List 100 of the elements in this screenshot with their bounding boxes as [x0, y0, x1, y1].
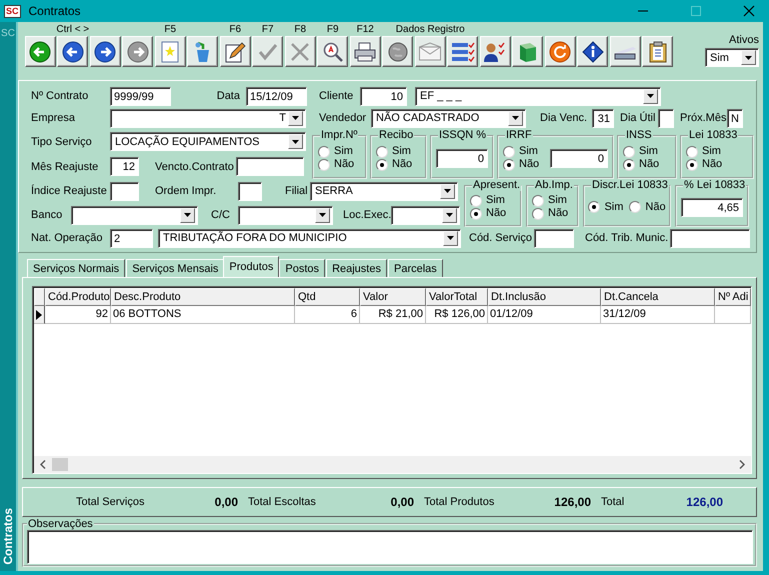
arrow-left-icon: [29, 40, 52, 62]
radio-button[interactable]: [629, 201, 642, 213]
input-field[interactable]: 15/12/09: [246, 86, 307, 106]
total-label: Total: [601, 496, 624, 508]
total-label: Total Serviços: [76, 496, 144, 508]
field-label: Banco: [31, 209, 64, 221]
input-field[interactable]: [534, 228, 574, 248]
client-dropdown[interactable]: EF _ _ _: [415, 86, 661, 106]
toolbar-button[interactable]: [480, 36, 511, 67]
account-dropdown[interactable]: [238, 206, 333, 224]
person-icon: [483, 40, 508, 62]
shortcut-label: F8: [294, 24, 306, 36]
radio-button[interactable]: [623, 158, 635, 170]
column-header[interactable]: Desc.Produto: [111, 288, 295, 306]
input-field[interactable]: 0: [436, 148, 488, 168]
radio-button[interactable]: [318, 146, 330, 158]
company-dropdown[interactable]: T: [110, 108, 306, 128]
radio-button[interactable]: [470, 208, 482, 220]
input-field[interactable]: N: [727, 108, 743, 128]
window-title: Contratos: [28, 4, 81, 18]
table-cell: 06 BOTTONS: [111, 306, 295, 324]
toolbar-button[interactable]: [154, 36, 186, 67]
column-header[interactable]: Nº Adi: [715, 288, 751, 306]
input-field[interactable]: [236, 157, 304, 176]
radio-button[interactable]: [318, 158, 330, 170]
column-header[interactable]: ValorTotal: [426, 288, 488, 306]
input-field[interactable]: 4,65: [681, 198, 743, 216]
toolbar-button[interactable]: [447, 36, 478, 67]
radio-button[interactable]: [503, 146, 515, 158]
column-header[interactable]: Dt.Inclusão: [488, 288, 601, 306]
filter-dropdown[interactable]: Sim: [705, 48, 759, 67]
input-field[interactable]: 12: [110, 157, 139, 176]
radio-button[interactable]: [376, 158, 388, 170]
input-field[interactable]: 9999/99: [110, 86, 171, 106]
toolbar-button[interactable]: [544, 36, 576, 67]
scroll-thumb[interactable]: [52, 458, 68, 471]
radio-label: Não: [702, 158, 722, 171]
radio-button[interactable]: [686, 158, 698, 170]
toolbar-button[interactable]: [350, 36, 381, 67]
toolbar-button[interactable]: [610, 36, 641, 67]
filter-label: Ativos: [729, 34, 759, 46]
input-field[interactable]: 31: [592, 108, 614, 128]
radio-button[interactable]: [376, 146, 388, 158]
input-field[interactable]: [658, 108, 674, 128]
radio-button[interactable]: [686, 146, 698, 158]
toolbar-button[interactable]: [24, 36, 56, 67]
printer-icon: [353, 40, 378, 62]
horizontal-scrollbar[interactable]: [34, 456, 751, 473]
tab[interactable]: Parcelas: [388, 259, 443, 277]
field-label: Ordem Impr.: [155, 185, 218, 197]
input-field[interactable]: [670, 228, 750, 248]
input-field[interactable]: [110, 182, 139, 200]
envelope-icon: [418, 42, 442, 62]
radio-button[interactable]: [503, 158, 515, 170]
vertical-title: Contratos: [1, 508, 15, 565]
bank-dropdown[interactable]: [71, 206, 198, 224]
service-type-dropdown[interactable]: LOCAÇÃO EQUIPAMENTOS: [110, 132, 306, 151]
notes-field[interactable]: [27, 530, 753, 564]
toolbar-button[interactable]: [57, 36, 88, 67]
operation-dropdown[interactable]: TRIBUTAÇÃO FORA DO MUNICIPIO: [158, 228, 461, 248]
toolbar-button[interactable]: [512, 36, 544, 67]
branch-dropdown[interactable]: SERRA: [310, 182, 458, 200]
tab[interactable]: Reajustes: [326, 259, 387, 277]
total-value: 126,00: [686, 495, 724, 509]
group-title: IRRF: [505, 129, 533, 141]
toolbar-button[interactable]: [220, 36, 251, 67]
column-header[interactable]: Valor: [360, 288, 426, 306]
seller-dropdown[interactable]: NÃO CADASTRADO: [371, 108, 526, 128]
column-header[interactable]: Dt.Cancela: [601, 288, 715, 306]
exec-place-dropdown[interactable]: [391, 206, 460, 224]
radio-button[interactable]: [532, 194, 544, 206]
table-cell: [715, 306, 751, 324]
toolbar-button[interactable]: [642, 36, 674, 67]
scroll-left-icon[interactable]: [40, 460, 46, 469]
toolbar-button[interactable]: [90, 36, 121, 67]
column-header[interactable]: Cód.Produto: [45, 288, 111, 306]
input-field[interactable]: 0: [550, 148, 608, 168]
tab[interactable]: Postos: [279, 259, 326, 277]
close-icon[interactable]: [743, 5, 755, 17]
input-field[interactable]: 2: [110, 228, 153, 248]
toolbar-button[interactable]: [577, 36, 608, 67]
field-label: Cód. Serviço: [469, 232, 533, 244]
tab[interactable]: Produtos: [223, 256, 280, 277]
toolbar-button[interactable]: [317, 36, 348, 67]
radio-button[interactable]: [532, 208, 544, 220]
field-label: Cliente: [319, 90, 354, 102]
scroll-right-icon[interactable]: [739, 460, 745, 469]
input-field[interactable]: [238, 182, 262, 200]
column-header[interactable]: Qtd: [295, 288, 360, 306]
globe-icon: [386, 40, 409, 62]
radio-label: Não: [639, 158, 660, 171]
radio-button[interactable]: [470, 194, 482, 206]
radio-label: Não: [392, 158, 412, 171]
toolbar-button[interactable]: [187, 36, 218, 67]
shortcut-label: F12: [356, 24, 374, 36]
tab[interactable]: Serviços Normais: [27, 259, 126, 277]
tab[interactable]: Serviços Mensais: [126, 259, 224, 277]
radio-button[interactable]: [588, 201, 600, 213]
input-field[interactable]: 10: [360, 86, 407, 106]
radio-button[interactable]: [623, 146, 635, 158]
